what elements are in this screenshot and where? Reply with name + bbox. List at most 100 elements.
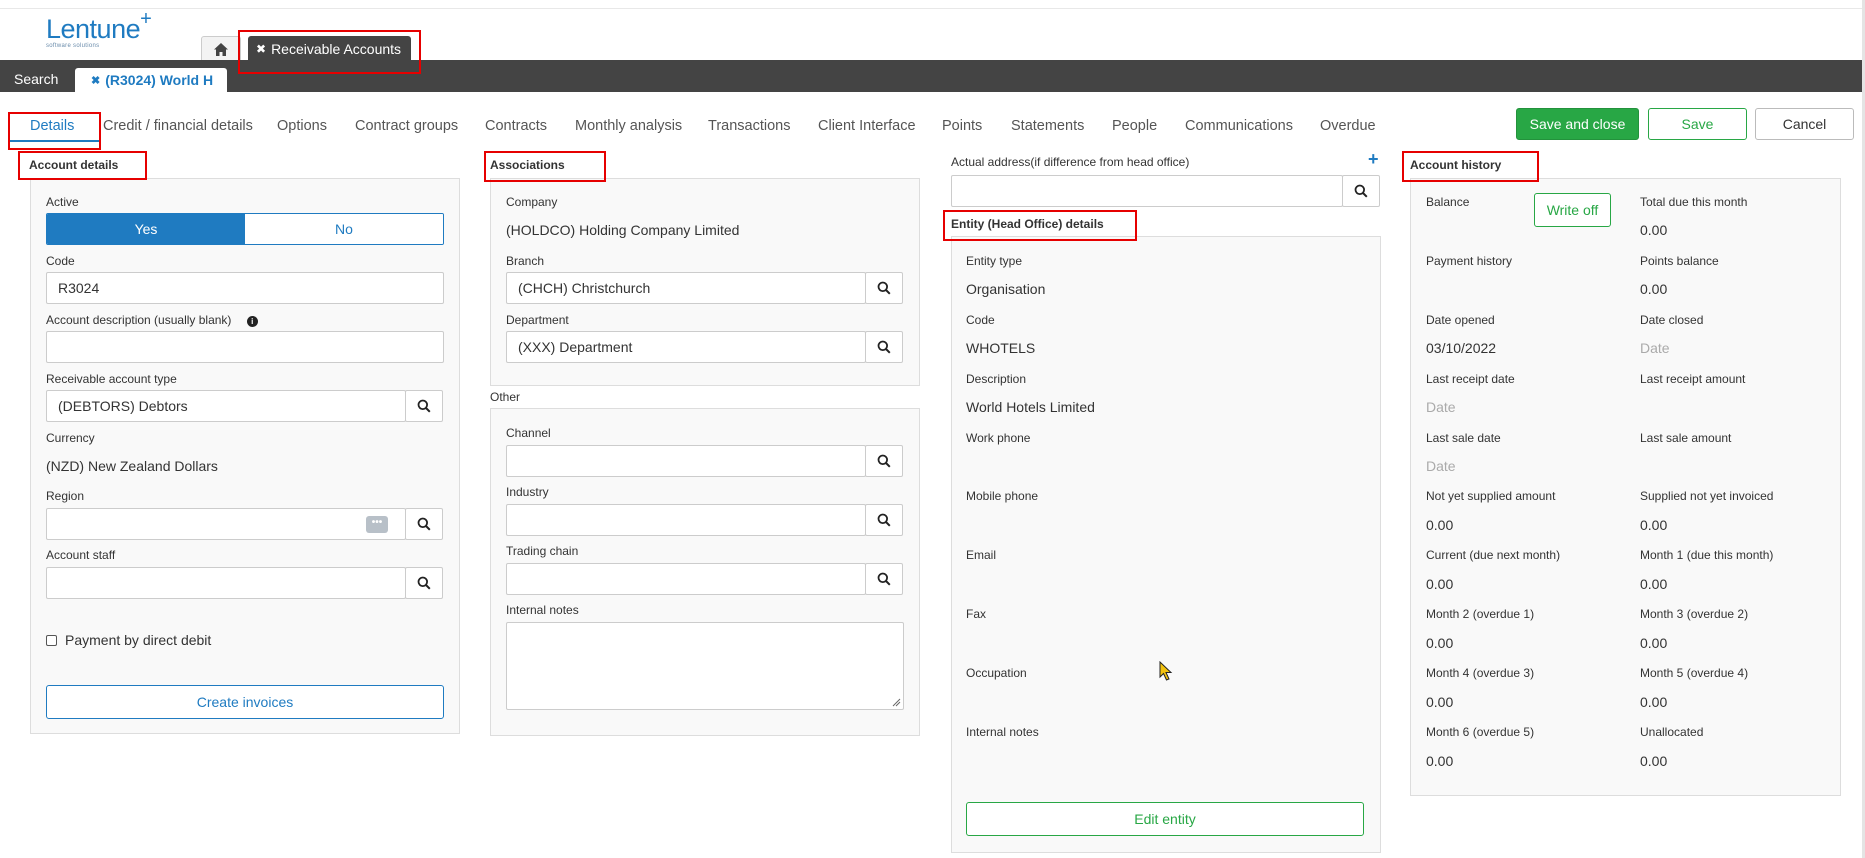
actual-address-search-button[interactable]	[1342, 175, 1380, 207]
account-staff-search-button[interactable]	[405, 567, 443, 599]
active-yes-option[interactable]: Yes	[47, 214, 245, 244]
search-icon	[877, 340, 891, 354]
trading-chain-search-button[interactable]	[865, 563, 903, 595]
month1-label: Month 1 (due this month)	[1640, 548, 1774, 562]
write-off-button[interactable]: Write off	[1534, 193, 1611, 227]
industry-search-button[interactable]	[865, 504, 903, 536]
account-staff-input[interactable]	[46, 567, 406, 599]
actual-address-label: Actual address(if difference from head o…	[951, 155, 1190, 169]
branch-search-button[interactable]	[865, 272, 903, 304]
tab-communications[interactable]: Communications	[1185, 118, 1293, 134]
home-tab[interactable]	[201, 36, 241, 61]
entity-description-label: Description	[966, 372, 1027, 386]
entity-code-value: WHOTELS	[966, 340, 1036, 356]
account-details-panel	[30, 178, 460, 734]
search-icon	[417, 399, 431, 413]
region-input[interactable]	[46, 508, 406, 540]
date-opened-value: 03/10/2022	[1426, 340, 1497, 356]
branch-label: Branch	[506, 254, 545, 268]
record-tab[interactable]: ✖ (R3024) World H	[75, 68, 227, 92]
resize-handle-icon[interactable]	[892, 698, 901, 707]
last-sale-amount-label: Last sale amount	[1640, 431, 1732, 445]
channel-input[interactable]	[506, 445, 866, 477]
save-button[interactable]: Save	[1648, 108, 1747, 140]
entity-code-label: Code	[966, 313, 995, 327]
actual-address-input[interactable]	[951, 175, 1343, 207]
trading-chain-label: Trading chain	[506, 544, 579, 558]
other-internal-notes-textarea[interactable]	[506, 622, 904, 710]
search-icon	[417, 517, 431, 531]
tab-overdue[interactable]: Overdue	[1320, 118, 1376, 134]
supplied-not-invoiced-label: Supplied not yet invoiced	[1640, 489, 1774, 503]
channel-search-button[interactable]	[865, 445, 903, 477]
tab-monthly-analysis[interactable]: Monthly analysis	[575, 118, 682, 134]
account-description-input[interactable]	[46, 331, 444, 363]
tab-credit-financial[interactable]: Credit / financial details	[103, 118, 253, 134]
last-receipt-date-label: Last receipt date	[1426, 372, 1515, 386]
trading-chain-input[interactable]	[506, 563, 866, 595]
tab-client-interface[interactable]: Client Interface	[818, 118, 916, 134]
month4-label: Month 4 (overdue 3)	[1426, 666, 1535, 680]
tab-details[interactable]: Details	[30, 118, 74, 134]
month5-label: Month 5 (overdue 4)	[1640, 666, 1749, 680]
close-icon[interactable]: ✖	[256, 42, 266, 56]
unallocated-value: 0.00	[1640, 753, 1668, 769]
industry-input[interactable]	[506, 504, 866, 536]
tab-transactions[interactable]: Transactions	[708, 118, 790, 134]
last-receipt-date-value: Date	[1426, 399, 1456, 415]
tab-contract-groups[interactable]: Contract groups	[355, 118, 458, 134]
tab-points[interactable]: Points	[942, 118, 982, 134]
more-options-icon[interactable]: •••	[366, 516, 388, 533]
total-due-label: Total due this month	[1640, 195, 1748, 209]
department-input[interactable]: (XXX) Department	[506, 331, 866, 363]
region-search-button[interactable]	[405, 508, 443, 540]
branch-input[interactable]: (CHCH) Christchurch	[506, 272, 866, 304]
tab-options[interactable]: Options	[277, 118, 327, 134]
other-internal-notes-label: Internal notes	[506, 603, 579, 617]
not-yet-supplied-value: 0.00	[1426, 517, 1454, 533]
search-icon	[877, 572, 891, 586]
industry-label: Industry	[506, 485, 549, 499]
active-tab-indicator	[10, 140, 100, 142]
code-input[interactable]: R3024	[46, 272, 444, 304]
tab-contracts[interactable]: Contracts	[485, 118, 547, 134]
department-search-button[interactable]	[865, 331, 903, 363]
direct-debit-checkbox[interactable]	[46, 635, 57, 646]
receivable-type-input[interactable]: (DEBTORS) Debtors	[46, 390, 406, 422]
save-and-close-button[interactable]: Save and close	[1516, 108, 1639, 140]
account-details-title: Account details	[29, 158, 119, 172]
active-no-option[interactable]: No	[245, 214, 443, 244]
cancel-button[interactable]: Cancel	[1755, 108, 1854, 140]
account-history-panel	[1410, 178, 1841, 796]
mouse-cursor-icon	[1159, 661, 1173, 681]
close-icon[interactable]: ✖	[91, 74, 100, 87]
create-invoices-button[interactable]: Create invoices	[46, 685, 444, 719]
record-tab-label: (R3024) World H	[105, 72, 214, 88]
active-toggle[interactable]: Yes No	[46, 213, 444, 245]
add-address-icon[interactable]: +	[1368, 150, 1379, 168]
entity-description-value: World Hotels Limited	[966, 399, 1095, 415]
occupation-label: Occupation	[966, 666, 1027, 680]
balance-label: Balance	[1426, 195, 1470, 209]
total-due-value: 0.00	[1640, 222, 1668, 238]
info-icon[interactable]: i	[246, 316, 258, 327]
month2-value: 0.00	[1426, 635, 1454, 651]
record-tab-bar	[0, 60, 1865, 92]
date-closed-label: Date closed	[1640, 313, 1704, 327]
search-icon	[877, 454, 891, 468]
receivable-type-search-button[interactable]	[405, 390, 443, 422]
search-tab[interactable]: Search	[14, 71, 58, 87]
receivable-type-label: Receivable account type	[46, 372, 177, 386]
module-tab-receivable-accounts[interactable]: ✖ Receivable Accounts	[248, 36, 411, 61]
edit-entity-button[interactable]: Edit entity	[966, 802, 1364, 836]
account-description-label: Account description (usually blank) i	[46, 313, 258, 327]
associations-title: Associations	[490, 158, 565, 172]
fax-label: Fax	[966, 607, 987, 621]
account-staff-label: Account staff	[46, 548, 116, 562]
month3-label: Month 3 (overdue 2)	[1640, 607, 1749, 621]
tab-people[interactable]: People	[1112, 118, 1157, 134]
supplied-not-invoiced-value: 0.00	[1640, 517, 1668, 533]
tab-statements[interactable]: Statements	[1011, 118, 1084, 134]
currency-label: Currency	[46, 431, 95, 445]
points-balance-label: Points balance	[1640, 254, 1719, 268]
